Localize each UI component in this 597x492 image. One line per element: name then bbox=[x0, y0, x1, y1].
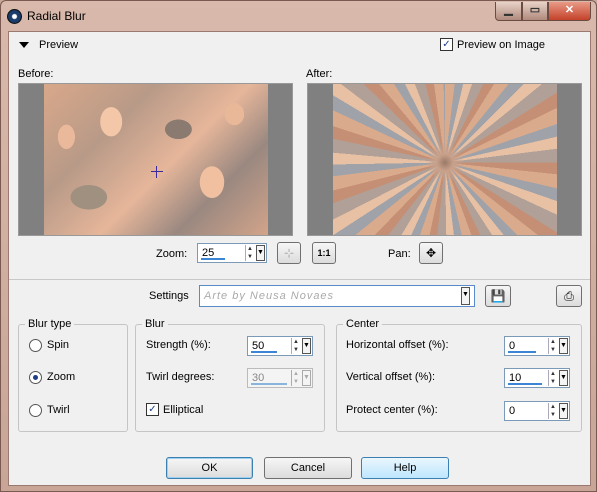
strength-spinner[interactable]: ▲ ▼ bbox=[291, 338, 300, 354]
protect-center-input[interactable]: 0 ▲ ▼ ▼ bbox=[504, 401, 570, 421]
before-label: Before: bbox=[18, 68, 54, 80]
settings-dropdown-button[interactable]: ▼ bbox=[461, 287, 470, 305]
vertical-offset-underline bbox=[508, 383, 542, 385]
ok-button[interactable]: OK bbox=[166, 457, 253, 479]
twirl-degrees-label: Twirl degrees: bbox=[146, 371, 215, 383]
strength-input[interactable]: 50 ▲ ▼ ▼ bbox=[247, 336, 313, 356]
preview-toggle-label[interactable]: Preview bbox=[39, 39, 78, 51]
horizontal-offset-spinner[interactable]: ▲ ▼ bbox=[548, 338, 557, 354]
preview-on-image-checkbox[interactable]: ✓ bbox=[440, 38, 453, 51]
elliptical-label[interactable]: Elliptical bbox=[163, 404, 203, 416]
protect-center-spinner[interactable]: ▲ ▼ bbox=[548, 403, 557, 419]
protect-center-value: 0 bbox=[509, 405, 516, 417]
twirl-radio[interactable] bbox=[29, 404, 42, 417]
twirl-label[interactable]: Twirl bbox=[47, 404, 70, 416]
blur-type-title: Blur type bbox=[25, 318, 75, 330]
dialog-window: Radial Blur ▁ ▭ ✕ Preview ✓ Preview on I… bbox=[0, 0, 597, 492]
vertical-offset-dropdown-button[interactable]: ▼ bbox=[559, 370, 568, 386]
horizontal-offset-input[interactable]: 0 ▲ ▼ ▼ bbox=[504, 336, 570, 356]
manage-presets-button[interactable]: ⎙ bbox=[556, 285, 582, 307]
horizontal-offset-label: Horizontal offset (%): bbox=[346, 339, 449, 351]
title-bar[interactable]: Radial Blur ▁ ▭ ✕ bbox=[1, 1, 596, 31]
zoom-dropdown-button[interactable]: ▼ bbox=[256, 245, 265, 261]
preview-bar: Preview ✓ Preview on Image bbox=[9, 32, 590, 60]
zoom-input[interactable]: 25 ▲ ▼ ▼ bbox=[197, 243, 267, 263]
zoom-spinner[interactable]: ▲ ▼ bbox=[245, 245, 254, 261]
protect-center-dropdown-button[interactable]: ▼ bbox=[559, 403, 568, 419]
after-image bbox=[333, 84, 557, 235]
zoom-fit-button[interactable]: ⊹ bbox=[277, 242, 301, 264]
close-button[interactable]: ✕ bbox=[548, 2, 591, 21]
settings-combo[interactable]: Arte by Neusa Novaes bbox=[199, 285, 475, 307]
window-title: Radial Blur bbox=[27, 9, 86, 23]
blur-title: Blur bbox=[142, 318, 168, 330]
zoom-type-label[interactable]: Zoom bbox=[47, 371, 75, 383]
cancel-button[interactable]: Cancel bbox=[264, 457, 352, 479]
app-icon bbox=[7, 9, 22, 24]
protect-center-label: Protect center (%): bbox=[346, 404, 438, 416]
elliptical-checkbox[interactable]: ✓ bbox=[146, 403, 159, 416]
blur-type-group: Blur type Spin Zoom Twirl bbox=[18, 318, 128, 432]
minimize-icon: ▁ bbox=[504, 4, 513, 16]
close-icon: ✕ bbox=[564, 4, 575, 16]
dialog-body: Preview ✓ Preview on Image Before: After… bbox=[8, 31, 591, 486]
twirl-underline bbox=[251, 383, 287, 385]
collapse-triangle-icon[interactable] bbox=[19, 42, 29, 48]
vertical-offset-input[interactable]: 10 ▲ ▼ ▼ bbox=[504, 368, 570, 388]
twirl-degrees-input[interactable]: 30 ▲ ▼ ▼ bbox=[247, 368, 313, 388]
vertical-offset-label: Vertical offset (%): bbox=[346, 371, 436, 383]
pan-label: Pan: bbox=[388, 248, 411, 260]
settings-value: Arte by Neusa Novaes bbox=[204, 290, 335, 302]
save-disk-icon: 💾 bbox=[490, 289, 506, 303]
section-divider bbox=[9, 279, 590, 280]
zoom-actual-size-button[interactable]: 1:1 bbox=[312, 242, 336, 264]
strength-underline bbox=[251, 351, 277, 353]
move-icon: ✥ bbox=[425, 246, 437, 260]
strength-dropdown-button[interactable]: ▼ bbox=[302, 338, 311, 354]
after-label: After: bbox=[306, 68, 333, 80]
zoom-label: Zoom: bbox=[156, 248, 188, 260]
center-group: Center Horizontal offset (%): 0 ▲ ▼ ▼ Ver… bbox=[336, 318, 582, 432]
strength-label: Strength (%): bbox=[146, 339, 211, 351]
settings-label: Settings bbox=[149, 290, 189, 302]
pan-button[interactable]: ✥ bbox=[419, 242, 443, 264]
actual-size-icon: 1:1 bbox=[317, 248, 331, 258]
save-preset-button[interactable]: 💾 bbox=[485, 285, 511, 307]
spin-label[interactable]: Spin bbox=[47, 339, 69, 351]
center-title: Center bbox=[343, 318, 383, 330]
before-image[interactable] bbox=[44, 84, 268, 235]
center-crosshair-icon[interactable] bbox=[151, 166, 163, 178]
twirl-spinner[interactable]: ▲ ▼ bbox=[291, 370, 300, 386]
blur-group: Blur Strength (%): 50 ▲ ▼ ▼ Twirl degrees… bbox=[135, 318, 325, 432]
after-preview-pane bbox=[307, 83, 582, 236]
zoom-underline bbox=[201, 258, 225, 260]
zoom-fit-icon: ⊹ bbox=[283, 246, 295, 260]
manage-presets-icon: ⎙ bbox=[564, 289, 574, 303]
vertical-offset-spinner[interactable]: ▲ ▼ bbox=[548, 370, 557, 386]
twirl-dropdown-button[interactable]: ▼ bbox=[302, 370, 311, 386]
zoom-radio[interactable] bbox=[29, 371, 42, 384]
maximize-icon: ▭ bbox=[529, 4, 541, 16]
horizontal-offset-underline bbox=[508, 351, 536, 353]
before-preview-pane[interactable] bbox=[18, 83, 293, 236]
minimize-button[interactable]: ▁ bbox=[495, 2, 522, 21]
maximize-button[interactable]: ▭ bbox=[522, 2, 548, 21]
spin-radio[interactable] bbox=[29, 339, 42, 352]
horizontal-offset-dropdown-button[interactable]: ▼ bbox=[559, 338, 568, 354]
help-button[interactable]: Help bbox=[361, 457, 449, 479]
preview-on-image-label[interactable]: Preview on Image bbox=[457, 39, 545, 51]
